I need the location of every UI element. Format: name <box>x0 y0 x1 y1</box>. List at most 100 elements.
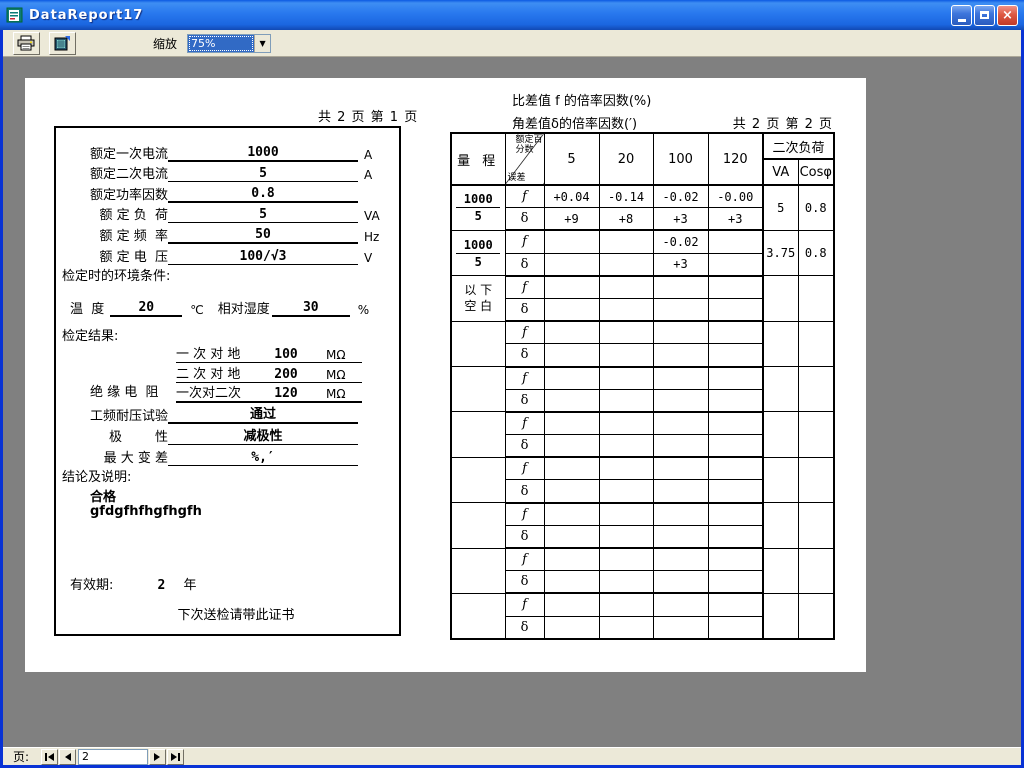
delta-value-cell <box>653 298 708 321</box>
delta-label: δ <box>505 571 544 594</box>
title-bar: DataReport17 × <box>0 0 1024 30</box>
page1-indicator: 共 2 页 第 1 页 <box>318 106 418 125</box>
f-row: f <box>451 457 834 480</box>
delta-value-cell <box>653 389 708 412</box>
conclusion-section-title: 结论及说明: <box>62 466 399 484</box>
f-value-cell <box>544 276 599 299</box>
range-denominator: 5 <box>456 208 500 223</box>
range-text: 空 白 <box>452 298 505 314</box>
f-label: f <box>505 548 544 571</box>
f-label: f <box>505 457 544 480</box>
page-number-input[interactable] <box>78 749 148 765</box>
rated-field-row: 额 定 负 荷5VA <box>56 203 399 224</box>
delta-value-cell <box>544 571 599 594</box>
field-value: 5 <box>168 207 358 223</box>
f-label: f <box>505 230 544 253</box>
delta-value-cell: +3 <box>653 253 708 276</box>
range-fraction: 10005 <box>456 192 500 223</box>
burden-va-cell <box>763 593 798 638</box>
delta-value-cell: +3 <box>653 208 708 231</box>
maximize-button[interactable] <box>974 5 995 26</box>
field-value: 0.8 <box>168 186 358 203</box>
delta-value-cell: +3 <box>708 208 763 231</box>
range-fraction: 10005 <box>456 238 500 269</box>
burden-cos-cell <box>798 503 834 548</box>
zoom-combobox[interactable]: 75% ▼ <box>187 34 271 53</box>
conclusion-result: 合格 <box>90 486 399 504</box>
delta-label: δ <box>505 208 544 231</box>
f-value-cell <box>653 457 708 480</box>
rated-field-row: 额定一次电流1000A <box>56 141 399 162</box>
field-unit: VA <box>358 209 398 223</box>
field-unit: V <box>358 251 398 265</box>
rated-fields: 额定一次电流1000A额定二次电流5A额定功率因数0.8额 定 负 荷5VA额 … <box>56 141 399 265</box>
percent-header: 20 <box>599 133 653 185</box>
burden-va-cell: 3.75 <box>763 230 798 275</box>
insulation-block: 绝 缘 电 阻 一 次 对 地100MΩ二 次 对 地200MΩ一次对二次120… <box>56 343 399 403</box>
polarity-value: 减极性 <box>168 425 358 445</box>
f-value-cell <box>599 593 653 616</box>
print-button[interactable] <box>13 32 40 55</box>
preview-area: 共 2 页 第 1 页 额定一次电流1000A额定二次电流5A额定功率因数0.8… <box>3 57 1021 747</box>
burden-va-cell: 5 <box>763 185 798 230</box>
minimize-icon <box>958 19 966 22</box>
footer-note: 下次送检请带此证书 <box>116 604 356 623</box>
field-unit: Hz <box>358 230 398 244</box>
window-title: DataReport17 <box>29 8 951 23</box>
first-page-button[interactable] <box>41 749 58 765</box>
variation-row: 最 大 变 差 %,′ <box>56 445 399 466</box>
burden-cos-cell <box>798 367 834 412</box>
field-label: 额定功率因数 <box>56 184 168 203</box>
delta-value-cell <box>599 480 653 503</box>
f-value-cell <box>653 367 708 390</box>
burden-va-cell <box>763 367 798 412</box>
last-page-icon <box>171 753 180 761</box>
rated-field-row: 额 定 电 压100/√3V <box>56 244 399 265</box>
conclusion-note: gfdgfhfhgfhgfh <box>90 504 399 522</box>
insulation-unit: MΩ <box>312 387 346 401</box>
f-value-cell <box>708 503 763 526</box>
f-value-cell <box>544 367 599 390</box>
field-value: 1000 <box>168 145 358 162</box>
window-controls: × <box>951 5 1018 26</box>
f-value-cell <box>599 548 653 571</box>
app-window: DataReport17 × <box>0 0 1024 768</box>
range-text: 以 下 <box>452 282 505 298</box>
delta-value-cell <box>708 298 763 321</box>
burden-va-cell <box>763 548 798 593</box>
next-page-button[interactable] <box>149 749 166 765</box>
temp-label: 温 度 <box>70 298 104 317</box>
f-value-cell <box>544 593 599 616</box>
delta-value-cell <box>653 525 708 548</box>
delta-value-cell <box>653 480 708 503</box>
field-value: 50 <box>168 227 358 244</box>
range-cell <box>451 367 505 412</box>
burden-cos-cell <box>798 548 834 593</box>
close-button[interactable]: × <box>997 5 1018 26</box>
print-icon <box>17 35 36 51</box>
f-value-cell <box>653 593 708 616</box>
minimize-button[interactable] <box>951 5 972 26</box>
validity-value: 2 <box>158 578 166 593</box>
f-row: f <box>451 593 834 616</box>
f-value-cell: -0.00 <box>708 185 763 208</box>
delta-value-cell <box>653 344 708 367</box>
dropdown-arrow-icon[interactable]: ▼ <box>254 35 270 52</box>
diagonal-header: 额定百分数误差 <box>505 133 544 185</box>
delta-value-cell <box>544 616 599 639</box>
field-label: 额定一次电流 <box>56 143 168 162</box>
delta-label: δ <box>505 525 544 548</box>
prev-page-button[interactable] <box>59 749 76 765</box>
prev-page-icon <box>64 753 71 761</box>
export-button[interactable] <box>49 32 76 55</box>
insulation-unit: MΩ <box>312 348 346 362</box>
f-value-cell <box>544 503 599 526</box>
f-value-cell <box>599 457 653 480</box>
delta-value-cell <box>544 525 599 548</box>
burden-cos-cell: 0.8 <box>798 230 834 275</box>
delta-label: δ <box>505 616 544 639</box>
insulation-name: 一 次 对 地 <box>176 343 260 362</box>
field-label: 额 定 频 率 <box>56 225 168 244</box>
zoom-value[interactable]: 75% <box>188 35 254 52</box>
last-page-button[interactable] <box>167 749 184 765</box>
